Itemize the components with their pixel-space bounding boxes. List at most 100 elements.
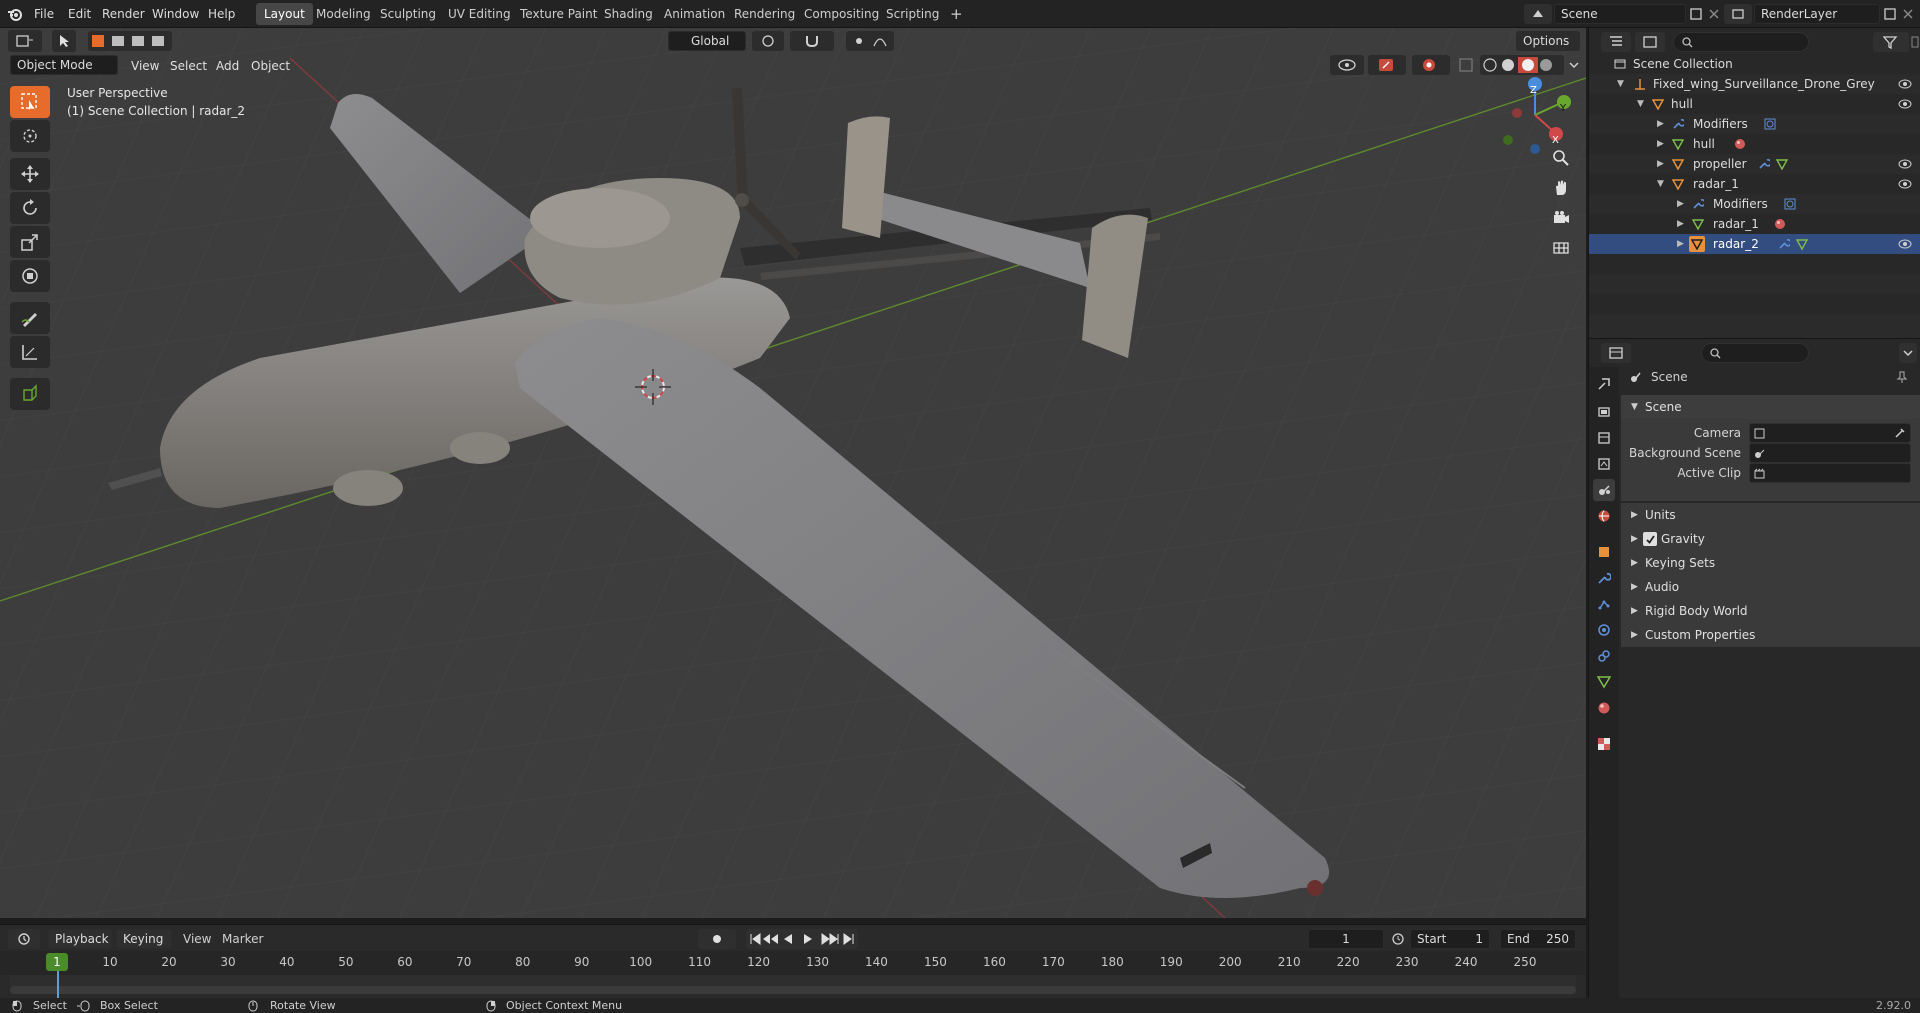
display-mode-icon[interactable]	[1635, 32, 1665, 52]
outliner-row-modifiers[interactable]: ▶ Modifiers	[1589, 114, 1920, 134]
editor-type-icon[interactable]	[8, 30, 42, 52]
tool-scale[interactable]	[10, 226, 50, 258]
scene-panel-header[interactable]: ▼ Scene	[1621, 395, 1920, 419]
menu-help[interactable]: Help	[204, 4, 239, 24]
tab-layout[interactable]: Layout	[256, 3, 313, 25]
tab-rendering[interactable]: Rendering	[726, 3, 803, 25]
proportional-editing-icon[interactable]	[846, 31, 894, 51]
gravity-checkbox[interactable]	[1643, 532, 1657, 546]
keying-sets-panel-header[interactable]: ▶ Keying Sets	[1621, 551, 1920, 575]
expand-triangle-icon[interactable]: ▶	[1677, 214, 1684, 234]
custom-properties-panel-header[interactable]: ▶ Custom Properties	[1621, 623, 1920, 647]
timeline-view-menu[interactable]: View	[183, 932, 211, 946]
expand-triangle-icon[interactable]: ▼	[1657, 174, 1664, 194]
active-clip-field[interactable]	[1749, 463, 1911, 483]
properties-search-input[interactable]	[1701, 343, 1809, 363]
viewport-scene[interactable]	[0, 28, 1586, 918]
select-mode-arrow-icon[interactable]	[52, 30, 76, 52]
new-collection-icon[interactable]	[1910, 32, 1920, 52]
rigid-body-world-panel-header[interactable]: ▶ Rigid Body World	[1621, 599, 1920, 623]
constraints-tab-icon[interactable]	[1593, 645, 1615, 667]
timeline-editor[interactable]: Playback Keying View Marker 1 Start 1 En…	[0, 924, 1586, 1003]
shading-options-chevron-icon[interactable]	[1566, 55, 1582, 75]
selection-modes-icon[interactable]	[88, 31, 172, 51]
eye-icon[interactable]	[1897, 77, 1913, 91]
visibility-filter-icon[interactable]	[1330, 55, 1364, 75]
tab-uv-editing[interactable]: UV Editing	[440, 3, 519, 25]
overlays-toggle-icon[interactable]	[1412, 55, 1450, 75]
shading-modes-icon[interactable]	[1480, 55, 1564, 75]
properties-editor[interactable]: Scene ▼ Scene Camera Background Scene Ac…	[1588, 338, 1920, 999]
menu-edit[interactable]: Edit	[64, 4, 95, 24]
menu-render[interactable]: Render	[98, 4, 149, 24]
expand-triangle-icon[interactable]: ▶	[1657, 154, 1664, 174]
outliner-row-propeller[interactable]: ▶ propeller	[1589, 154, 1920, 174]
viewport-menu-select[interactable]: Select	[170, 57, 207, 75]
tab-texture-paint[interactable]: Texture Paint	[512, 3, 605, 25]
tool-transform[interactable]	[10, 260, 50, 292]
expand-triangle-icon[interactable]: ▶	[1657, 114, 1664, 134]
expand-triangle-icon[interactable]: ▶	[1657, 134, 1664, 154]
filter-icon[interactable]	[1873, 32, 1909, 52]
view-layer-field[interactable]: RenderLayer	[1754, 4, 1880, 24]
pan-view-icon[interactable]	[1547, 174, 1575, 202]
tool-annotate[interactable]	[10, 302, 50, 334]
world-tab-icon[interactable]	[1593, 505, 1615, 527]
tool-cursor[interactable]	[10, 120, 50, 152]
tool-move[interactable]	[10, 158, 50, 190]
end-frame-field[interactable]: End 250	[1500, 929, 1576, 949]
outliner-scene-collection[interactable]: Scene Collection	[1589, 54, 1920, 74]
xray-toggle-icon[interactable]	[1458, 55, 1474, 75]
tab-scripting[interactable]: Scripting	[878, 3, 947, 25]
tab-modeling[interactable]: Modeling	[308, 3, 379, 25]
blender-logo-icon[interactable]	[6, 5, 24, 23]
gravity-panel-header[interactable]: ▶ Gravity	[1621, 527, 1920, 551]
ortho-toggle-icon[interactable]	[1547, 234, 1575, 262]
menu-window[interactable]: Window	[148, 4, 203, 24]
tool-rotate[interactable]	[10, 192, 50, 224]
snapping-magnet-icon[interactable]	[790, 31, 834, 51]
gizmo-z-label[interactable]: Z	[1530, 85, 1537, 96]
camera-view-icon[interactable]	[1547, 204, 1575, 232]
material-tab-icon[interactable]	[1593, 697, 1615, 719]
tool-add-cube[interactable]	[10, 378, 50, 410]
outliner-row-radar-2[interactable]: ▶ radar_2	[1589, 234, 1920, 254]
3d-viewport[interactable]: Z Y X User Perspective (1) Scene Collect…	[0, 28, 1586, 918]
expand-triangle-icon[interactable]: ▶	[1677, 194, 1684, 214]
tab-shading[interactable]: Shading	[596, 3, 661, 25]
tool-measure[interactable]	[10, 336, 50, 368]
outliner-row-radar-1[interactable]: ▼ radar_1	[1589, 174, 1920, 194]
transform-orientation-dropdown[interactable]: Global	[668, 31, 746, 51]
timeline-scrollbar[interactable]	[10, 986, 1576, 994]
keying-menu[interactable]: Keying	[116, 929, 172, 949]
background-scene-field[interactable]	[1749, 443, 1911, 463]
eye-icon[interactable]	[1897, 157, 1913, 171]
particles-tab-icon[interactable]	[1593, 593, 1615, 615]
render-tab-icon[interactable]	[1593, 401, 1615, 423]
timeline-editor-type-icon[interactable]	[8, 929, 40, 949]
outliner-row-radar-1-modifiers[interactable]: ▶ Modifiers	[1589, 194, 1920, 214]
physics-tab-icon[interactable]	[1593, 619, 1615, 641]
gizmo-y-label[interactable]: Y	[1560, 103, 1566, 114]
pivot-point-icon[interactable]	[752, 31, 784, 51]
outliner-editor-type-icon[interactable]	[1601, 32, 1631, 52]
new-scene-icon[interactable]	[1688, 6, 1704, 22]
expand-triangle-icon[interactable]: ▼	[1617, 74, 1624, 94]
view-layer-selector-icon[interactable]	[1724, 4, 1752, 24]
outliner-search-input[interactable]	[1673, 32, 1809, 52]
tab-compositing[interactable]: Compositing	[796, 3, 887, 25]
tab-sculpting[interactable]: Sculpting	[372, 3, 444, 25]
modifier-tab-icon[interactable]	[1593, 567, 1615, 589]
outliner-row-radar-1-mesh[interactable]: ▶ radar_1	[1589, 214, 1920, 234]
delete-view-layer-icon[interactable]	[1900, 6, 1916, 22]
options-dropdown[interactable]: Options	[1516, 31, 1580, 51]
properties-editor-type-icon[interactable]	[1601, 343, 1631, 363]
gizmo-toggle-icon[interactable]	[1368, 55, 1406, 75]
scene-tab-icon[interactable]	[1593, 479, 1615, 501]
viewport-menu-add[interactable]: Add	[216, 57, 239, 75]
new-view-layer-icon[interactable]	[1882, 6, 1898, 22]
object-tab-icon[interactable]	[1593, 541, 1615, 563]
eye-icon[interactable]	[1897, 97, 1913, 111]
viewport-menu-object[interactable]: Object	[251, 57, 290, 75]
use-preview-range-icon[interactable]	[1388, 929, 1408, 949]
